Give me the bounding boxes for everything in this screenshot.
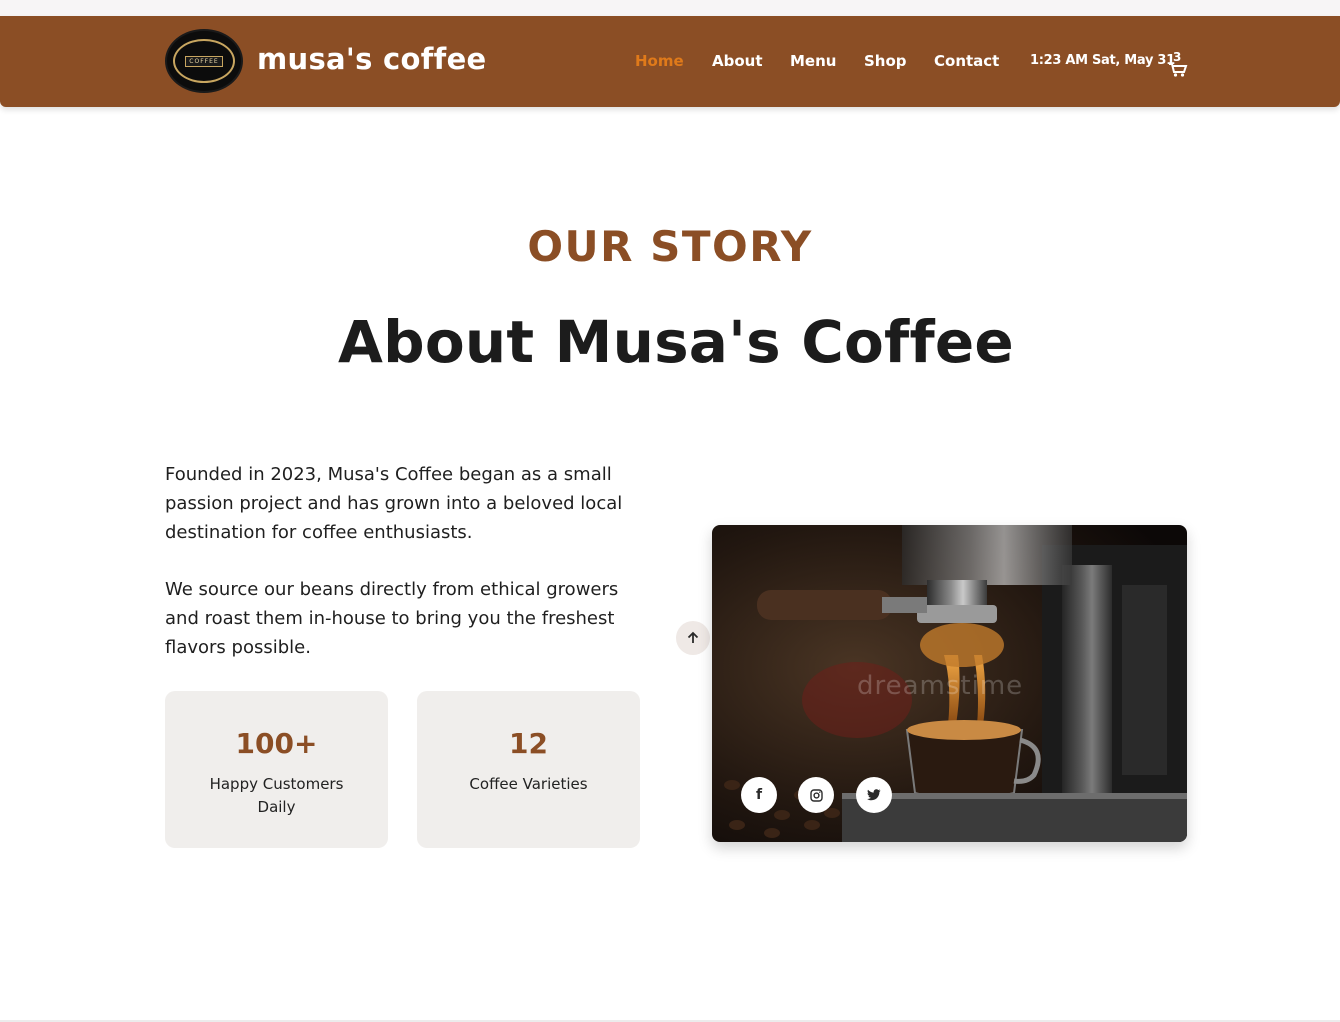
about-paragraph-2: We source our beans directly from ethica… [165, 579, 619, 658]
nav-about[interactable]: About [712, 52, 763, 72]
page-title: About Musa's Coffee [338, 308, 1014, 376]
photo-watermark: dreamstime [857, 671, 1024, 701]
instagram-glyph [809, 788, 823, 802]
nav-shop[interactable]: Shop [864, 52, 907, 72]
logo-ring: COFFEE [173, 39, 235, 83]
brand-name[interactable]: musa's coffee [257, 42, 487, 76]
nav-menu[interactable]: Menu [790, 52, 836, 72]
site-header: COFFEE musa's coffee Home About Menu Sho… [0, 16, 1340, 107]
twitter-glyph [867, 789, 881, 801]
stat-value: 100+ [235, 727, 318, 760]
about-paragraph-1: Founded in 2023, Musa's Coffee began as … [165, 464, 623, 543]
stat-card-varieties: 12 Coffee Varieties [417, 691, 640, 848]
arrow-up-icon [687, 631, 699, 643]
scroll-to-top-button[interactable] [676, 621, 710, 655]
nav-home[interactable]: Home [635, 52, 684, 72]
stat-card-customers: 100+ Happy Customers Daily [165, 691, 388, 848]
stat-value: 12 [509, 727, 548, 760]
stat-label: Coffee Varieties [469, 775, 588, 793]
stat-label: Happy Customers Daily [209, 775, 344, 816]
facebook-icon[interactable]: f [741, 777, 777, 813]
nav-contact[interactable]: Contact [934, 52, 999, 72]
top-strip [0, 0, 1340, 16]
instagram-icon[interactable] [798, 777, 834, 813]
section-eyebrow: OUR STORY [527, 222, 813, 271]
logo[interactable]: COFFEE [165, 29, 243, 93]
twitter-icon[interactable] [856, 777, 892, 813]
clock-display: 1:23 AM Sat, May 31 [1030, 53, 1175, 68]
coffee-machine-photo: dreamstime f [712, 525, 1187, 842]
cart-icon[interactable] [1168, 56, 1188, 78]
logo-text: COFFEE [185, 55, 223, 67]
